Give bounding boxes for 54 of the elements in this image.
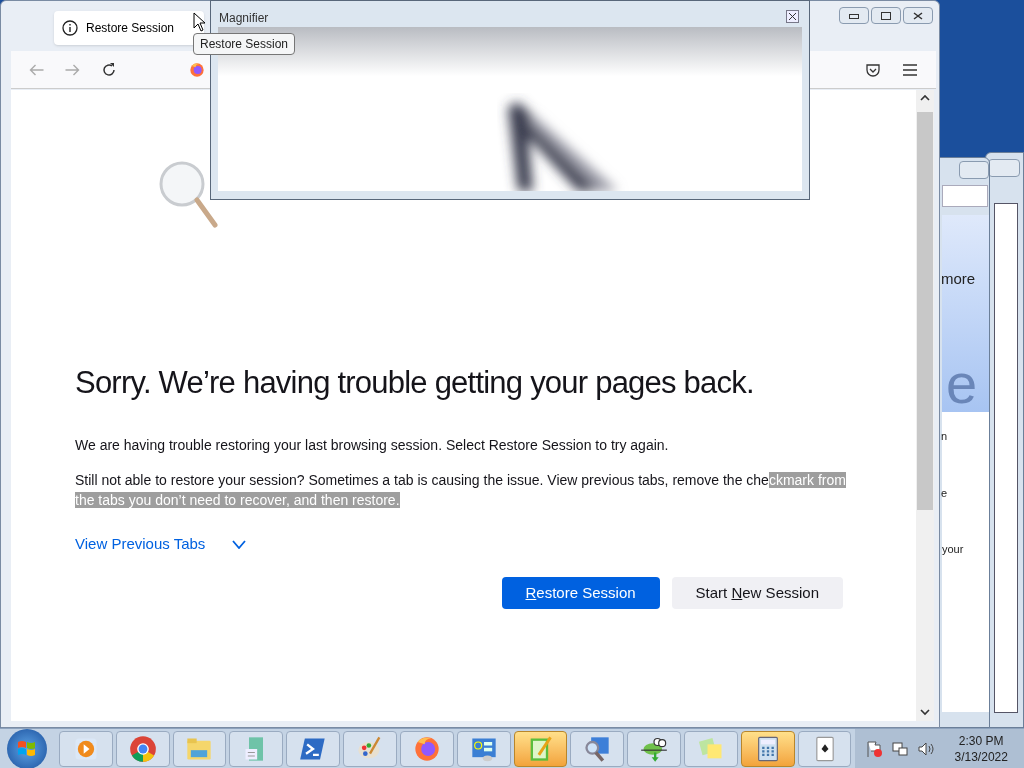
scroll-down-icon[interactable] — [920, 708, 930, 716]
scrollbar[interactable] — [916, 90, 934, 721]
close-button[interactable] — [786, 10, 799, 23]
body-text: your — [942, 542, 964, 557]
taskbar-button[interactable] — [627, 730, 681, 767]
scrollbar-thumb[interactable] — [917, 112, 933, 510]
maximize-icon — [881, 11, 891, 20]
magnifying-glass-icon — [158, 160, 218, 228]
mouse-cursor-icon — [193, 12, 206, 32]
banner-text: more — [941, 269, 976, 289]
firefox-icon — [412, 734, 441, 763]
search-field[interactable] — [942, 185, 988, 207]
minimize-button[interactable] — [839, 7, 869, 24]
clock-date: 3/13/2022 — [954, 748, 1008, 765]
pocket-icon[interactable] — [865, 62, 881, 78]
start-button[interactable] — [7, 728, 47, 768]
firefox-icon — [189, 62, 205, 78]
scroll-up-icon[interactable] — [920, 94, 930, 102]
body-text: n — [941, 429, 948, 444]
taskbar-button[interactable] — [115, 730, 170, 767]
flag-warning-icon[interactable] — [864, 739, 883, 758]
close-icon — [789, 13, 796, 20]
close-button[interactable] — [903, 7, 933, 24]
windows-logo-icon — [16, 738, 37, 759]
menu-icon[interactable] — [902, 63, 918, 77]
view-previous-tabs-toggle[interactable]: View Previous Tabs — [75, 532, 248, 555]
start-new-session-button[interactable]: Start New Session — [671, 577, 843, 609]
taskbar-button[interactable] — [456, 730, 511, 767]
minimize-icon — [849, 12, 859, 19]
taskbar-button[interactable] — [399, 730, 454, 767]
tooltip: Restore Session — [193, 33, 296, 55]
taskbar-button[interactable] — [513, 730, 568, 767]
info-icon — [62, 20, 78, 36]
chevron-icon — [231, 538, 248, 549]
back-icon[interactable] — [28, 62, 45, 78]
message-paragraph: Still not able to restore your session? Sometimes a tab is causing the issue. View previous tabs, remove the checkmark from the tabs you don’t need to recover, and then restore. — [75, 470, 847, 510]
forward-icon[interactable] — [64, 62, 81, 78]
window-title: Magnifier — [219, 10, 269, 27]
maximize-button[interactable] — [871, 7, 901, 24]
body-text: e — [941, 486, 948, 501]
restore-session-button[interactable]: Restore Session — [501, 577, 660, 609]
taskbar-button[interactable] — [797, 730, 852, 767]
reload-icon[interactable] — [101, 62, 117, 78]
taskbar-button[interactable] — [286, 730, 340, 767]
banner-text: e — [946, 356, 978, 412]
clock-time: 2:30 PM — [958, 732, 1004, 749]
message-paragraph: We are having trouble restoring your last browsing session. Select Restore Session to try again. — [75, 435, 670, 455]
close-icon — [913, 11, 923, 20]
taskbar-button[interactable] — [570, 730, 625, 767]
magnifier-icon — [583, 734, 612, 763]
taskbar-button[interactable] — [740, 730, 795, 767]
network-icon[interactable] — [890, 739, 909, 758]
chrome-icon — [128, 734, 157, 763]
error-heading: Sorry. We’re having trouble getting your pages back. — [75, 364, 755, 402]
